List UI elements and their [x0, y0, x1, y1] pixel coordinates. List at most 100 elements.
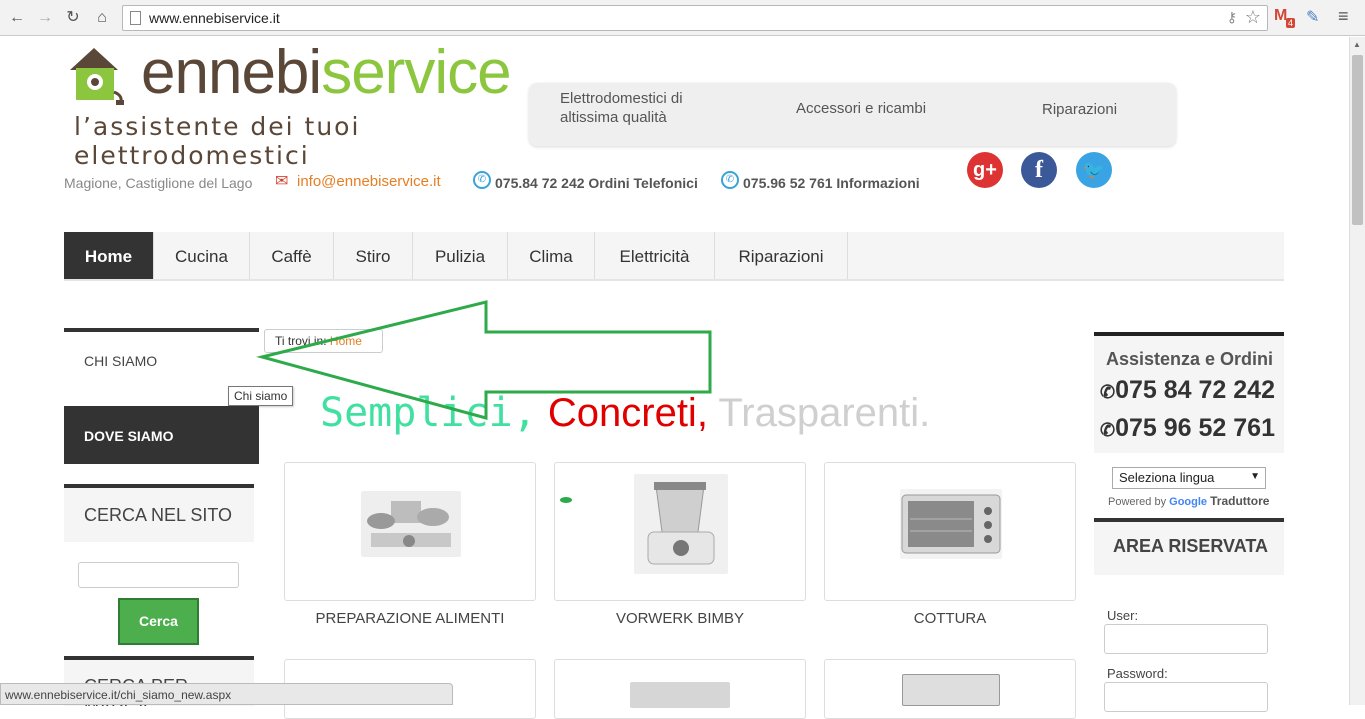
assistance-phone-2[interactable]: ✆075 96 52 761: [1100, 414, 1275, 443]
mail-icon: ✉: [275, 173, 289, 190]
product-image: [902, 674, 1000, 706]
product-label[interactable]: COTTURA: [824, 610, 1076, 627]
powered-by-google: Powered by Google Traduttore: [1108, 494, 1269, 508]
product-card[interactable]: [824, 659, 1076, 719]
page-scrollbar[interactable]: ▲: [1349, 37, 1365, 705]
status-bar: www.ennebiservice.it/chi_siamo_new.aspx: [0, 683, 453, 705]
phone-info: 075.96 52 761 Informazioni: [743, 175, 920, 191]
product-label[interactable]: PREPARAZIONE ALIMENTI: [284, 610, 536, 627]
bimby-image: [634, 474, 728, 574]
menu-item-home[interactable]: Home: [64, 232, 154, 279]
forward-icon[interactable]: →: [34, 7, 56, 29]
menu-item-elettricita[interactable]: Elettricità: [595, 232, 715, 279]
gmail-badge: 4: [1286, 18, 1296, 28]
phone-icon: ✆: [721, 171, 739, 189]
back-icon[interactable]: ←: [6, 7, 28, 29]
breadcrumb-prefix: Ti trovi in:: [275, 334, 330, 348]
top-nav: Elettrodomestici di altissima qualità Ac…: [529, 83, 1176, 146]
topnav-item-elettrodomestici[interactable]: Elettrodomestici di altissima qualità: [560, 89, 683, 127]
slogan: Semplici, Concreti, Trasparenti.: [320, 390, 930, 436]
menu-item-clima[interactable]: Clima: [508, 232, 595, 279]
tooltip: Chi siamo: [228, 386, 294, 406]
brand-name: ennebiservice: [141, 38, 512, 108]
product-image: [630, 682, 730, 708]
gmail-extension-icon[interactable]: M 4: [1274, 7, 1296, 29]
slogan-word-3: Trasparenti.: [718, 391, 931, 435]
product-card[interactable]: [554, 659, 806, 719]
user-label: User:: [1107, 608, 1139, 623]
menu-item-stiro[interactable]: Stiro: [334, 232, 413, 279]
phone-icon: ✆: [473, 171, 491, 189]
twitter-icon[interactable]: 🐦: [1076, 152, 1112, 188]
sidebar-item-label: DOVE SIAMO: [84, 428, 174, 444]
notes-extension-icon[interactable]: ✎: [1306, 7, 1319, 27]
language-select-value: Seleziona lingua: [1119, 470, 1215, 485]
topnav-item-accessori[interactable]: Accessori e ricambi: [796, 99, 926, 118]
email-link[interactable]: info@ennebiservice.it: [297, 173, 441, 190]
address-url[interactable]: www.ennebiservice.it: [149, 10, 280, 26]
language-select[interactable]: Seleziona lingua ▼: [1112, 467, 1266, 489]
reserved-area-title: AREA RISERVATA: [1094, 518, 1284, 575]
phone-icon: ✆: [1100, 382, 1116, 402]
product-card-preparazione[interactable]: [284, 462, 536, 601]
google-plus-icon[interactable]: g+: [967, 152, 1003, 188]
location-text: Magione, Castiglione del Lago: [64, 175, 253, 191]
reload-icon[interactable]: ↻: [62, 7, 84, 29]
house-logo-icon: [70, 48, 124, 105]
phone-ordini: 075.84 72 242 Ordini Telefonici: [495, 175, 698, 191]
assistance-title: Assistenza e Ordini: [1106, 349, 1274, 369]
topnav-item-line2: altissima qualità: [560, 109, 667, 126]
sidebar-item-chi-siamo[interactable]: CHI SIAMO: [64, 328, 259, 386]
brand-tagline: l’assistente dei tuoi elettrodomestici: [74, 112, 361, 170]
breadcrumb-home-link[interactable]: Home: [330, 334, 362, 348]
section-title-text: AREA RISERVATA: [1113, 536, 1269, 556]
search-button[interactable]: Cerca: [118, 598, 199, 645]
google-logo: Google: [1169, 496, 1207, 508]
menu-item-caffe[interactable]: Caffè: [250, 232, 334, 279]
password-field[interactable]: [1104, 682, 1268, 712]
site-logo[interactable]: ennebiservice l’assistente dei tuoi elet…: [64, 38, 514, 170]
bookmark-star-icon[interactable]: ☆: [1245, 7, 1261, 28]
main-menu: Home Cucina Caffè Stiro Pulizia Clima El…: [64, 232, 1284, 281]
menu-item-riparazioni[interactable]: Riparazioni: [715, 232, 848, 279]
facebook-icon[interactable]: f: [1021, 152, 1057, 188]
address-bar[interactable]: www.ennebiservice.it ⚷ ☆: [122, 5, 1268, 31]
menu-item-cucina[interactable]: Cucina: [154, 232, 250, 279]
assistance-phone-2-text: 075 96 52 761: [1115, 414, 1275, 442]
product-card-cottura[interactable]: [824, 462, 1076, 601]
translate-link[interactable]: Traduttore: [1210, 494, 1269, 508]
slogan-word-2: Concreti,: [547, 391, 708, 435]
product-card-bimby[interactable]: [554, 462, 806, 601]
topnav-item-line1: Elettrodomestici di: [560, 90, 683, 107]
sidebar-item-dove-siamo[interactable]: DOVE SIAMO: [64, 406, 259, 464]
contact-row: Magione, Castiglione del Lago ✉ info@enn…: [0, 171, 1349, 195]
page-icon: [130, 11, 141, 25]
scroll-up-icon[interactable]: ▲: [1353, 40, 1361, 49]
home-icon[interactable]: ⌂: [91, 7, 113, 29]
product-label[interactable]: VORWERK BIMBY: [554, 610, 806, 627]
sidebar-item-label: CHI SIAMO: [84, 353, 158, 369]
slogan-word-1: Semplici,: [320, 390, 537, 436]
topnav-item-riparazioni[interactable]: Riparazioni: [1042, 100, 1117, 119]
key-icon[interactable]: ⚷: [1227, 9, 1237, 26]
breadcrumb: Ti trovi in: Home: [264, 329, 383, 353]
menu-item-pulizia[interactable]: Pulizia: [413, 232, 508, 279]
password-label: Password:: [1107, 666, 1168, 681]
scrollbar-thumb[interactable]: [1352, 55, 1363, 225]
google-word: Google: [1169, 496, 1208, 508]
browser-menu-icon[interactable]: ≡: [1338, 6, 1349, 27]
search-input[interactable]: [78, 562, 239, 588]
food-processor-image: [361, 491, 461, 557]
brand-part1: ennebi: [141, 38, 322, 107]
powered-prefix: Powered by: [1108, 496, 1167, 508]
search-section-title: CERCA NEL SITO: [64, 484, 254, 542]
browser-toolbar: ← → ↻ ⌂ www.ennebiservice.it ⚷ ☆ M 4 ✎ ≡: [0, 0, 1365, 36]
assistance-phone-1-text: 075 84 72 242: [1115, 376, 1275, 404]
section-title-text: CERCA NEL SITO: [84, 505, 233, 525]
user-field[interactable]: [1104, 624, 1268, 654]
assistance-box: Assistenza e Ordini ✆075 84 72 242 ✆075 …: [1094, 332, 1284, 453]
oven-image: [900, 489, 1002, 559]
brand-part2: service: [321, 38, 511, 107]
chevron-down-icon: ▼: [1250, 471, 1260, 482]
assistance-phone-1[interactable]: ✆075 84 72 242: [1100, 376, 1275, 405]
